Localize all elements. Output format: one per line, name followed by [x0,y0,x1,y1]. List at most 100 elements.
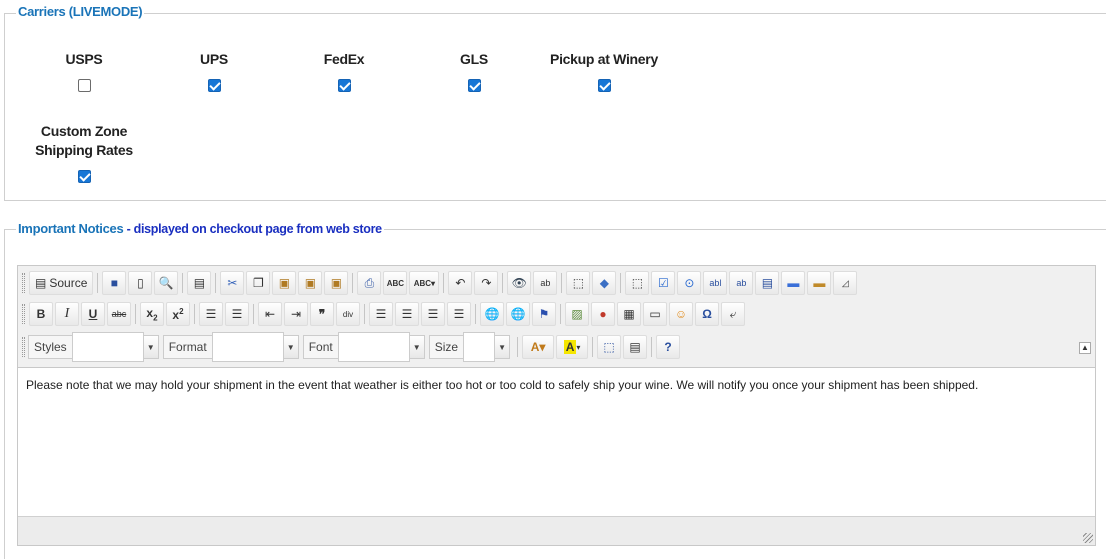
paste-text-icon: ▣ [304,276,317,290]
paste-text-button[interactable]: ▣ [298,271,323,295]
format-combo[interactable]: Format ▼ [162,332,299,362]
superscript-button[interactable]: x2 [166,302,190,326]
resize-grip-icon[interactable] [1083,533,1093,543]
maximize-button[interactable]: ⬚ [597,335,622,359]
link-button[interactable]: 🌐 [480,302,504,326]
copy-button[interactable]: ❐ [246,271,271,295]
subscript-button[interactable]: x2 [140,302,164,326]
usps-checkbox[interactable] [78,79,91,92]
horizontal-rule-button[interactable]: ▭ [643,302,667,326]
page-break-button[interactable]: ⤶ [721,302,745,326]
custom-zone-checkbox[interactable] [78,170,91,183]
indent-button[interactable]: ⇥ [284,302,308,326]
gls-checkbox[interactable] [468,79,481,92]
image-button[interactable]: ▨ [565,302,589,326]
unlink-button[interactable]: 🌐 [506,302,530,326]
form-button[interactable]: ⬚ [625,271,650,295]
blockquote-button[interactable]: ❞ [310,302,334,326]
bold-button[interactable]: B [29,302,53,326]
maximize-icon: ⬚ [603,340,615,354]
chevron-down-icon[interactable]: ▼ [495,335,511,359]
redo-button[interactable]: ↷ [474,271,499,295]
new-page-button[interactable]: ▯ [128,271,153,295]
toolbar-separator [560,304,561,324]
carrier-label-ups: UPS [200,51,228,67]
bulleted-list-button[interactable]: ☰ [225,302,249,326]
smiley-button[interactable]: ☺ [669,302,693,326]
textarea-button[interactable]: ab [729,271,754,295]
toolbar-grip [22,337,25,357]
styles-combo[interactable]: Styles ▼ [28,332,159,362]
select-all-button[interactable]: ⬚ [566,271,591,295]
chevron-down-icon[interactable]: ▼ [143,335,159,359]
size-combo[interactable]: Size ▼ [428,332,511,362]
undo-button[interactable]: ↶ [448,271,473,295]
numbered-list-button[interactable]: ☰ [199,302,223,326]
italic-button[interactable]: I [55,302,79,326]
find-button[interactable]: 👁 [507,271,532,295]
toolbar-separator [620,273,622,293]
editor-content[interactable]: Please note that we may hold your shipme… [26,378,978,392]
help-icon: ? [664,340,672,354]
checkbox-button[interactable]: ☑ [651,271,676,295]
styles-field[interactable] [71,332,144,362]
paste-button[interactable]: ▣ [272,271,297,295]
chevron-down-icon[interactable]: ▼ [409,335,425,359]
align-right-button[interactable]: ☰ [421,302,445,326]
scayt-button[interactable]: ABC▾ [409,271,440,295]
radio-button[interactable]: ⊙ [677,271,702,295]
about-button[interactable]: ? [656,335,681,359]
collapse-toolbar-icon[interactable]: ▲ [1079,342,1091,354]
templates-button[interactable]: ▤ [187,271,212,295]
toolbar-separator [215,273,217,293]
preview-button[interactable]: 🔍 [154,271,179,295]
align-center-button[interactable]: ☰ [395,302,419,326]
show-blocks-icon: ▤ [629,340,641,354]
spellcheck-button[interactable]: ABC [383,271,408,295]
format-label: Format [162,335,212,359]
toolbar-row-2: B I U abc x2 x2 ☰ ☰ ⇤ ⇥ ❞ div ☰ ☰ ☰ ☰ 🌐 … [21,299,746,329]
notices-legend-title: Important Notices [18,221,124,236]
save-button[interactable]: ■ [102,271,127,295]
cut-button[interactable]: ✂ [220,271,245,295]
checkbox-icon: ☑ [657,276,669,290]
print-button[interactable]: ⎙ [357,271,382,295]
page-break-icon: ⤶ [729,306,737,321]
special-char-button[interactable]: Ω [695,302,719,326]
flash-button[interactable]: ● [591,302,615,326]
justify-button[interactable]: ☰ [447,302,471,326]
bg-color-button[interactable]: A ▾ [556,335,589,359]
table-button[interactable]: ▦ [617,302,641,326]
outdent-button[interactable]: ⇤ [258,302,282,326]
replace-button[interactable]: ab [533,271,558,295]
create-div-button[interactable]: div [336,302,360,326]
select-field-button[interactable]: ▤ [755,271,780,295]
align-left-button[interactable]: ☰ [369,302,393,326]
select-field-icon: ▤ [761,276,774,290]
source-button[interactable]: ▤ Source [29,271,94,295]
size-field[interactable] [463,332,496,362]
toolbar-separator [135,304,136,324]
button-field-button[interactable]: ▬ [781,271,806,295]
pickup-checkbox[interactable] [598,79,611,92]
text-color-button[interactable]: A▾ [522,335,555,359]
anchor-button[interactable]: ⚑ [532,302,556,326]
ups-checkbox[interactable] [208,79,221,92]
image-button-button[interactable]: ▬ [807,271,832,295]
chevron-down-icon[interactable]: ▼ [283,335,299,359]
paste-word-button[interactable]: ▣ [324,271,349,295]
align-right-icon: ☰ [427,307,439,321]
strike-button[interactable]: abc [107,302,131,326]
show-blocks-button[interactable]: ▤ [623,335,648,359]
carrier-label-usps: USPS [65,51,103,67]
font-combo[interactable]: Font ▼ [302,332,425,362]
justify-icon: ☰ [453,307,465,321]
remove-format-button[interactable]: ◆ [592,271,617,295]
font-field[interactable] [337,332,410,362]
fedex-checkbox[interactable] [338,79,351,92]
format-field[interactable] [211,332,284,362]
underline-button[interactable]: U [81,302,105,326]
source-icon: ▤ [35,276,47,290]
hidden-field-button[interactable]: ◿ [833,271,858,295]
textfield-button[interactable]: abl [703,271,728,295]
